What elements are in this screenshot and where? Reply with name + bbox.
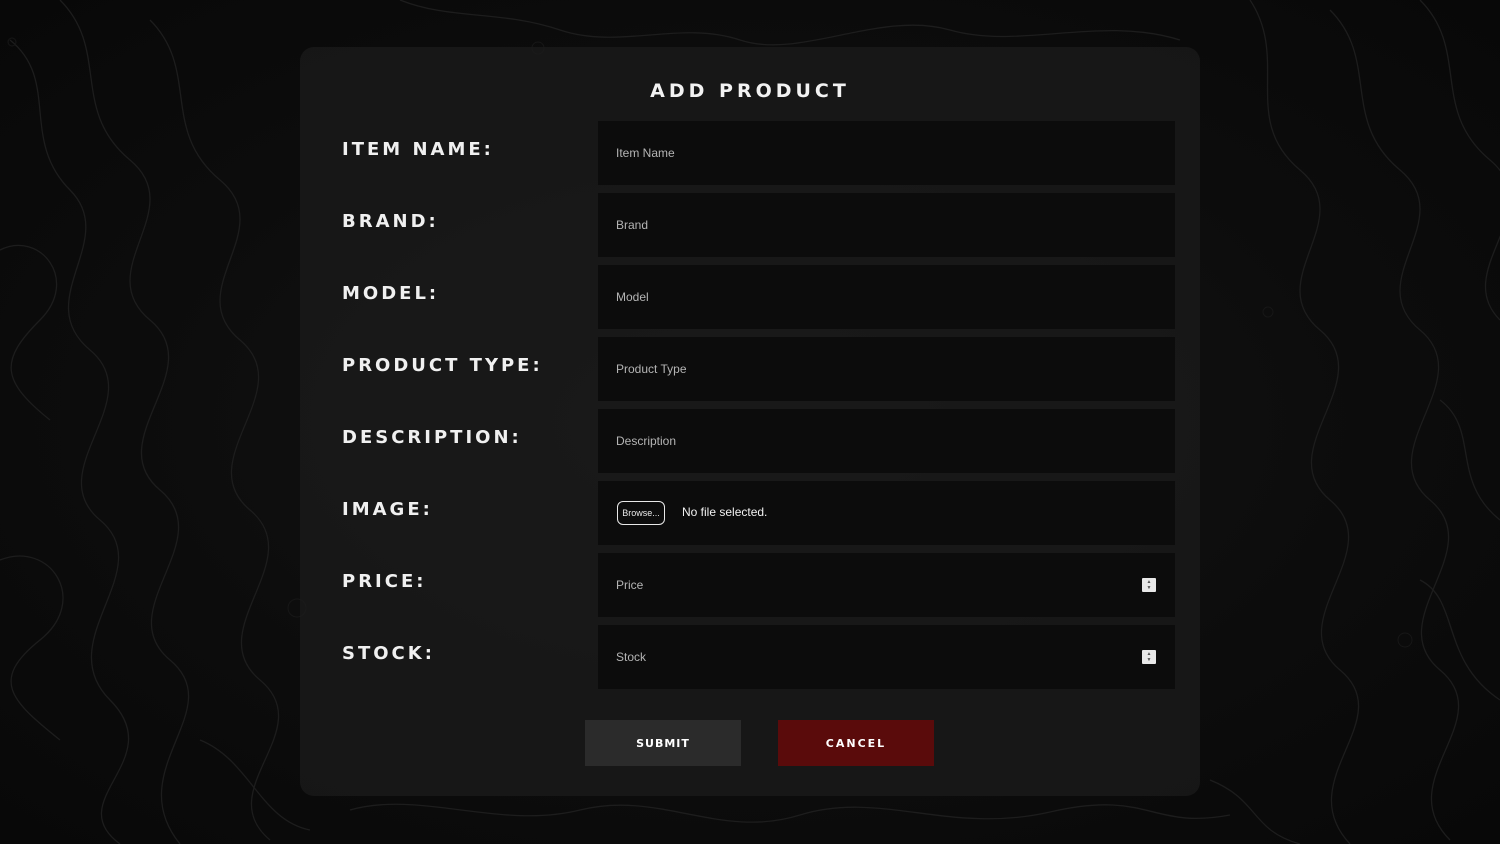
brand-input[interactable] — [598, 193, 1175, 257]
stock-input[interactable] — [598, 625, 1175, 689]
spinner-down-icon: ▼ — [1146, 585, 1152, 591]
description-field — [598, 409, 1175, 473]
browse-button[interactable]: Browse... — [617, 501, 665, 525]
stock-spinner-icon[interactable]: ▲ ▼ — [1142, 650, 1156, 664]
item-name-field — [598, 121, 1175, 185]
cancel-button[interactable]: CANCEL — [778, 720, 934, 766]
description-input[interactable] — [598, 409, 1175, 473]
brand-field — [598, 193, 1175, 257]
price-input[interactable] — [598, 553, 1175, 617]
submit-button[interactable]: SUBMIT — [585, 720, 741, 766]
spinner-down-icon: ▼ — [1146, 657, 1152, 663]
stock-field: ▲ ▼ — [598, 625, 1175, 689]
product-type-label: PRODUCT TYPE: — [342, 355, 543, 376]
price-field: ▲ ▼ — [598, 553, 1175, 617]
product-type-field — [598, 337, 1175, 401]
form-title: ADD PRODUCT — [650, 80, 850, 102]
price-label: PRICE: — [342, 571, 427, 592]
product-type-input[interactable] — [598, 337, 1175, 401]
stock-label: STOCK: — [342, 643, 435, 664]
description-label: DESCRIPTION: — [342, 427, 522, 448]
item-name-label: ITEM NAME: — [342, 139, 494, 160]
model-label: MODEL: — [342, 283, 440, 304]
image-label: IMAGE: — [342, 499, 433, 520]
model-input[interactable] — [598, 265, 1175, 329]
price-spinner-icon[interactable]: ▲ ▼ — [1142, 578, 1156, 592]
item-name-input[interactable] — [598, 121, 1175, 185]
model-field — [598, 265, 1175, 329]
brand-label: BRAND: — [342, 211, 439, 232]
image-field: Browse... No file selected. — [598, 481, 1175, 545]
file-status-text: No file selected. — [682, 505, 768, 519]
